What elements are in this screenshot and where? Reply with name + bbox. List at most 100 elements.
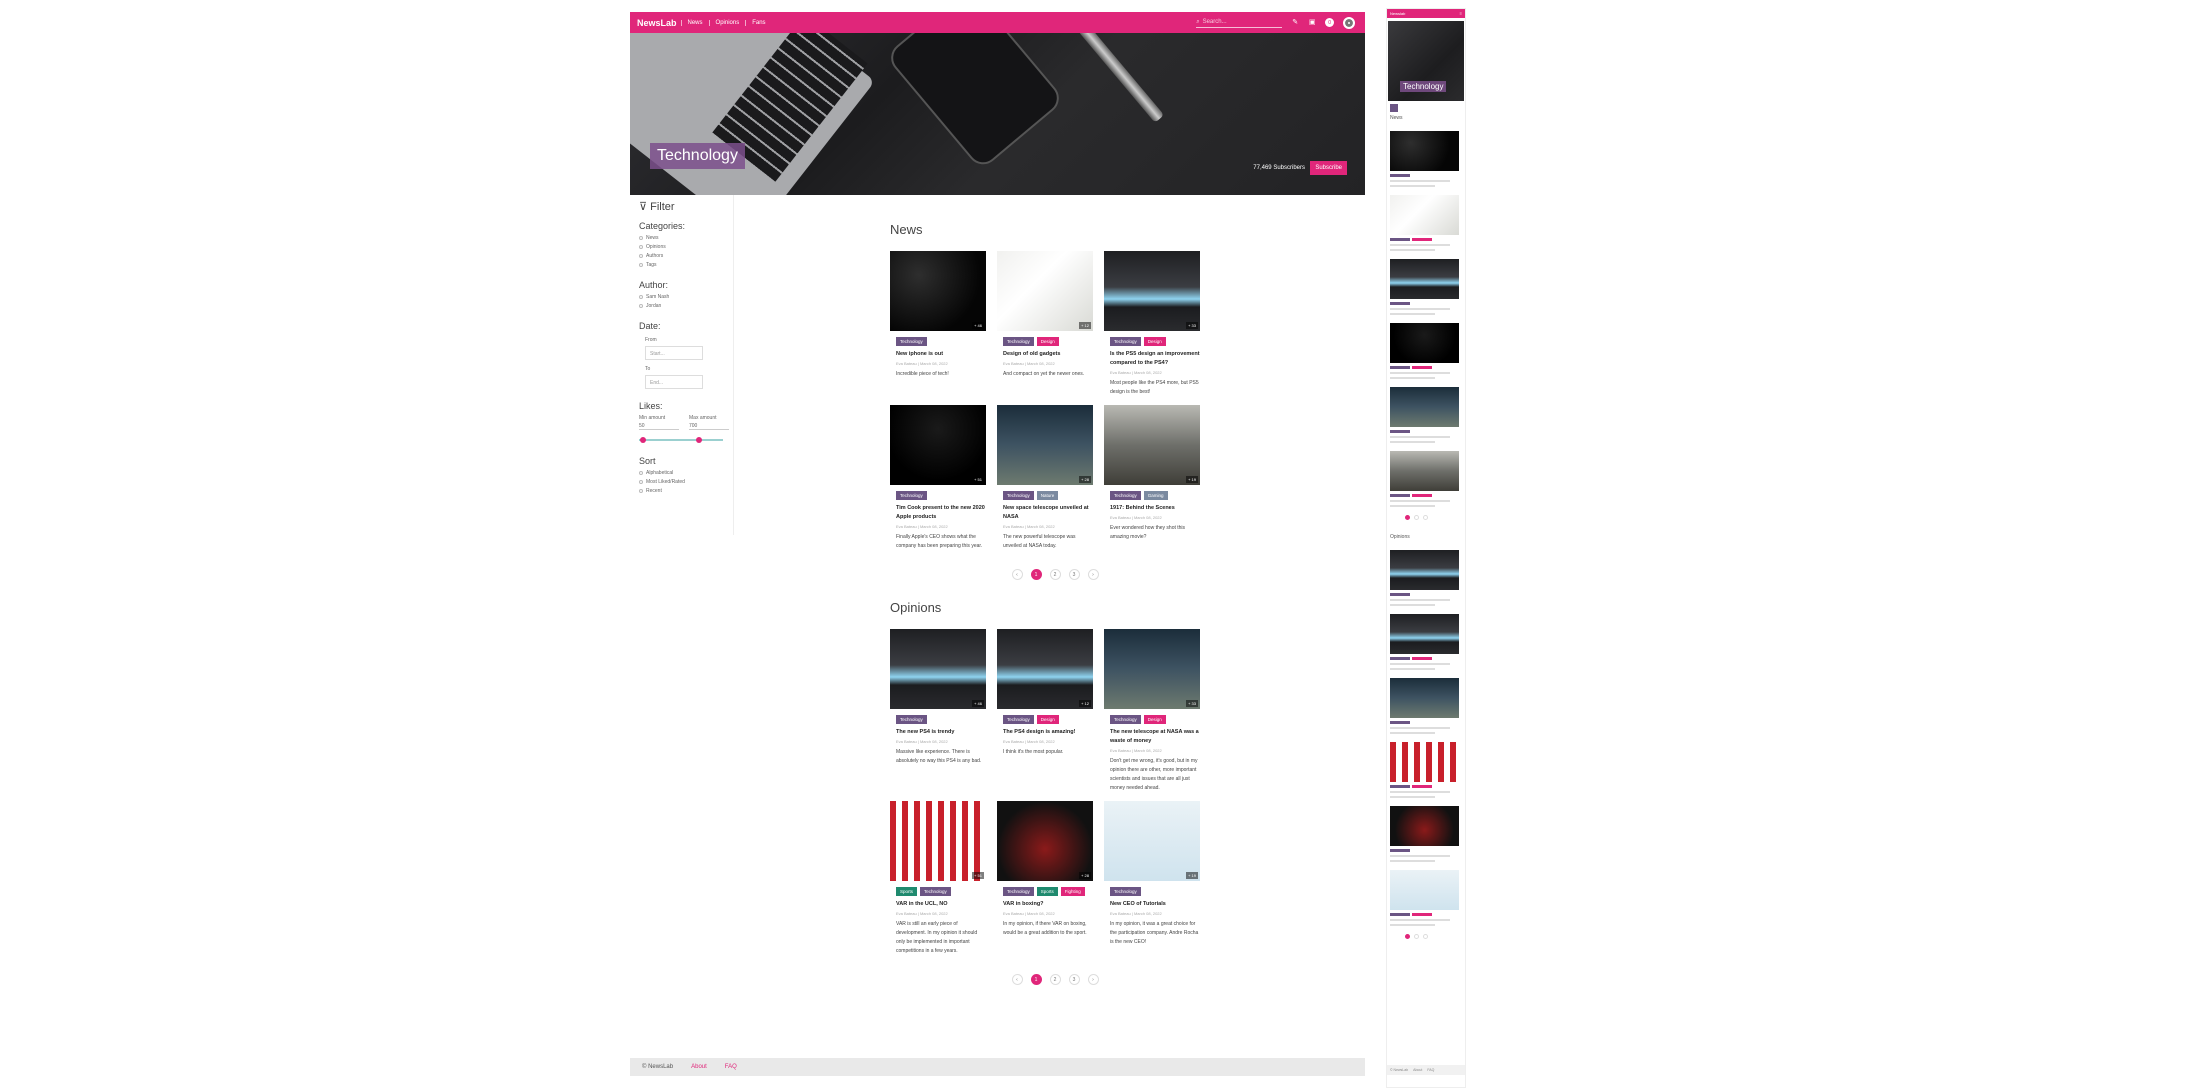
tag-badge[interactable]: Gaming (1143, 491, 1168, 500)
preview-card[interactable] (1390, 195, 1462, 251)
tag-badge[interactable]: Technology (1003, 715, 1034, 724)
tag-badge[interactable]: Technology (1003, 337, 1034, 346)
article-title[interactable]: The new PS4 is trendy (896, 728, 986, 737)
sort-option[interactable]: Most Liked/Rated (639, 479, 724, 485)
article-image[interactable]: + 46 (890, 629, 986, 709)
page-button[interactable]: › (1087, 569, 1099, 580)
article-image[interactable]: + 46 (890, 251, 986, 331)
preview-card[interactable] (1390, 870, 1462, 926)
avatar[interactable] (1343, 16, 1355, 29)
article-title[interactable]: The new telescope at NASA was a waste of… (1110, 728, 1200, 746)
category-checkbox[interactable]: Authors (639, 253, 724, 259)
article-image[interactable]: + 51 (890, 801, 986, 881)
pencil-icon[interactable]: ✎ (1291, 19, 1299, 27)
category-checkbox[interactable]: News (639, 235, 724, 241)
article-card[interactable]: + 33 Technology Design The new telescope at… (1104, 629, 1200, 793)
tag-badge[interactable]: Design (1036, 337, 1059, 346)
category-checkbox[interactable]: Opinions (639, 244, 724, 250)
tag-badge[interactable]: Sports (1036, 887, 1058, 896)
nav-link-opinions[interactable]: Opinions (708, 19, 746, 26)
footer-link-faq[interactable]: FAQ (725, 1064, 737, 1070)
preview-card[interactable] (1390, 742, 1462, 798)
article-card[interactable]: + 46 Technology New iphone is out Eva Batea… (890, 251, 986, 397)
subscribe-button[interactable]: Subscribe (1310, 161, 1347, 175)
article-title[interactable]: VAR in the UCL, NO (896, 900, 986, 909)
page-button[interactable]: 1 (1030, 974, 1042, 985)
notification-badge[interactable]: 0 (1325, 18, 1334, 27)
page-button[interactable]: 3 (1068, 569, 1080, 580)
article-card[interactable]: + 12 Technology Design The PS4 design is am… (997, 629, 1093, 793)
tag-badge[interactable]: Fighting (1060, 887, 1085, 896)
article-image[interactable]: + 19 (1104, 405, 1200, 485)
tag-badge[interactable]: Technology (896, 337, 927, 346)
page-button[interactable]: 2 (1049, 569, 1061, 580)
min-likes-input[interactable]: 50 (639, 421, 679, 430)
article-image[interactable]: + 33 (1104, 251, 1200, 331)
article-title[interactable]: Tim Cook present to the new 2020 Apple p… (896, 504, 986, 522)
page-dot[interactable] (1423, 515, 1428, 520)
article-card[interactable]: + 19 Technology New CEO of Tutorials Eva Ba… (1104, 801, 1200, 956)
bookmark-icon[interactable]: ▣ (1308, 19, 1316, 27)
article-title[interactable]: The PS4 design is amazing! (1003, 728, 1093, 737)
preview-card[interactable] (1390, 259, 1462, 315)
page-button[interactable]: 1 (1030, 569, 1042, 580)
page-button[interactable]: 3 (1068, 974, 1080, 985)
tag-badge[interactable]: Nature (1036, 491, 1059, 500)
page-button[interactable]: › (1087, 974, 1099, 985)
article-card[interactable]: + 28 Technology Nature New space telescope … (997, 405, 1093, 551)
tag-badge[interactable]: Technology (896, 491, 927, 500)
article-image[interactable]: + 51 (890, 405, 986, 485)
article-card[interactable]: + 19 Technology Gaming 1917: Behind the Sce… (1104, 405, 1200, 551)
brand-logo[interactable]: NewsLab (637, 18, 677, 28)
page-dot[interactable] (1405, 934, 1410, 939)
article-card[interactable]: + 51 Sports Technology VAR in the UCL, NO Ev… (890, 801, 986, 956)
max-likes-input[interactable]: 700 (689, 421, 729, 430)
tag-badge[interactable]: Design (1143, 715, 1166, 724)
article-image[interactable]: + 19 (1104, 801, 1200, 881)
tag-badge[interactable]: Technology (1110, 491, 1141, 500)
tag-badge[interactable]: Technology (920, 887, 951, 896)
tag-badge[interactable]: Technology (896, 715, 927, 724)
preview-filter-icon[interactable] (1390, 104, 1398, 112)
article-title[interactable]: Is the PS5 design an improvement compare… (1110, 350, 1200, 368)
footer-link-about[interactable]: About (691, 1064, 707, 1070)
nav-link-news[interactable]: News (680, 19, 709, 26)
article-title[interactable]: New iphone is out (896, 350, 986, 359)
article-image[interactable]: + 28 (997, 801, 1093, 881)
article-title[interactable]: VAR in boxing? (1003, 900, 1093, 909)
author-checkbox[interactable]: Jordan (639, 303, 724, 309)
page-button[interactable]: ‹ (1011, 569, 1023, 580)
nav-link-fans[interactable]: Fans (745, 19, 771, 26)
tag-badge[interactable]: Technology (1110, 337, 1141, 346)
date-to-input[interactable]: End... (645, 375, 703, 389)
article-image[interactable]: + 12 (997, 251, 1093, 331)
preview-card[interactable] (1390, 323, 1462, 379)
article-card[interactable]: + 12 Technology Design Design of old gadget… (997, 251, 1093, 397)
search-input[interactable]: ⌕ Search... (1196, 17, 1283, 28)
tag-badge[interactable]: Technology (1110, 887, 1141, 896)
article-title[interactable]: 1917: Behind the Scenes (1110, 504, 1200, 513)
page-dot[interactable] (1414, 515, 1419, 520)
page-dot[interactable] (1423, 934, 1428, 939)
preview-card[interactable] (1390, 131, 1462, 187)
tag-badge[interactable]: Technology (1003, 491, 1034, 500)
article-title[interactable]: New space telescope unveiled at NASA (1003, 504, 1093, 522)
preview-card[interactable] (1390, 451, 1462, 507)
article-title[interactable]: New CEO of Tutorials (1110, 900, 1200, 909)
article-card[interactable]: + 28 Technology Sports Fighting VAR in boxin… (997, 801, 1093, 956)
article-image[interactable]: + 33 (1104, 629, 1200, 709)
page-button[interactable]: ‹ (1011, 974, 1023, 985)
article-card[interactable]: + 51 Technology Tim Cook present to the ne… (890, 405, 986, 551)
article-card[interactable]: + 46 Technology The new PS4 is trendy Eva B… (890, 629, 986, 793)
category-checkbox[interactable]: Tags (639, 262, 724, 268)
tag-badge[interactable]: Design (1036, 715, 1059, 724)
preview-card[interactable] (1390, 387, 1462, 443)
slider-min-handle[interactable] (640, 437, 647, 443)
likes-slider[interactable] (639, 436, 723, 444)
article-image[interactable]: + 28 (997, 405, 1093, 485)
tag-badge[interactable]: Sports (896, 887, 918, 896)
article-image[interactable]: + 12 (997, 629, 1093, 709)
tag-badge[interactable]: Technology (1003, 887, 1034, 896)
tag-badge[interactable]: Technology (1110, 715, 1141, 724)
page-dot[interactable] (1414, 934, 1419, 939)
